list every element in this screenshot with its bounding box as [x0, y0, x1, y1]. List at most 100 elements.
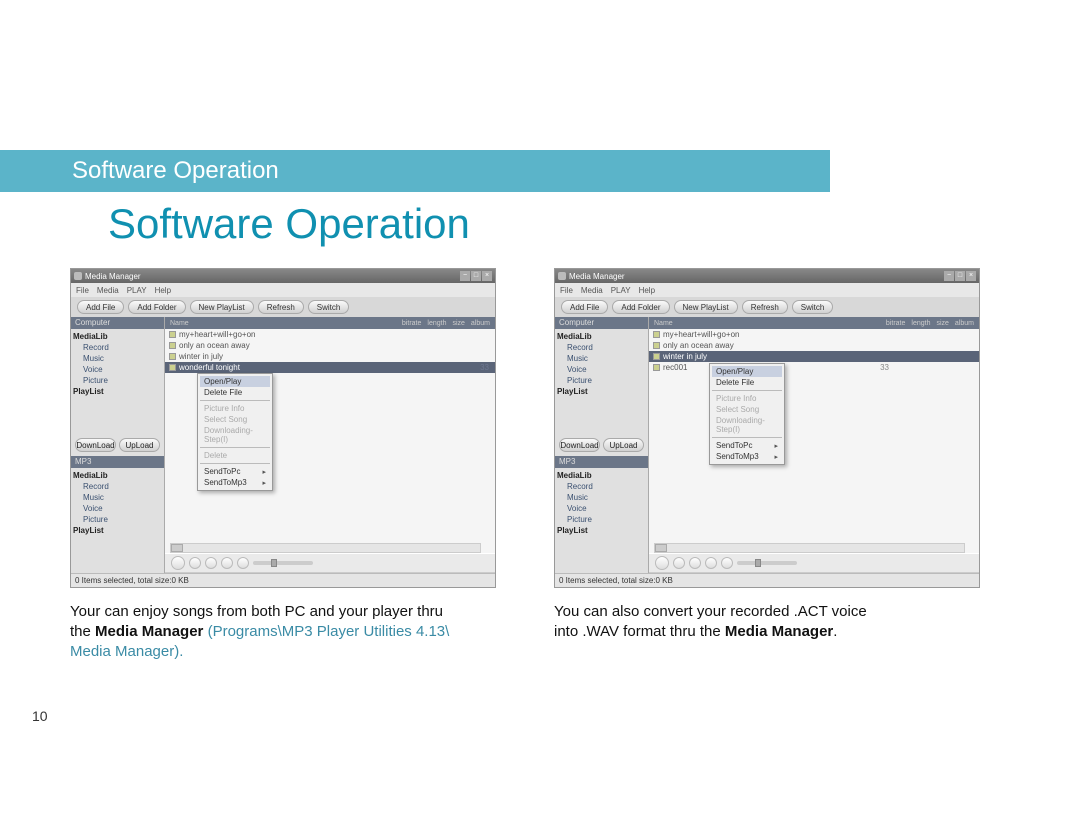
file-icon — [653, 364, 660, 371]
slider-thumb[interactable] — [755, 559, 761, 567]
tree-playlist[interactable]: PlayList — [557, 386, 646, 397]
slider-thumb[interactable] — [271, 559, 277, 567]
tree-voice[interactable]: Voice — [557, 364, 646, 375]
cm-open-play[interactable]: Open/Play — [712, 366, 782, 377]
upload-button[interactable]: UpLoad — [119, 438, 160, 452]
stop-button[interactable] — [673, 557, 685, 569]
upload-button[interactable]: UpLoad — [603, 438, 644, 452]
tree-music[interactable]: Music — [73, 353, 162, 364]
menu-help[interactable]: Help — [639, 286, 655, 295]
list-item[interactable]: winter in july — [165, 351, 495, 362]
context-menu: Open/Play Delete File Picture Info Selec… — [709, 363, 785, 465]
cm-delete-file[interactable]: Delete File — [712, 377, 782, 388]
refresh-button[interactable]: Refresh — [258, 300, 304, 314]
tree-record[interactable]: Record — [557, 342, 646, 353]
list-item[interactable]: my+heart+will+go+on — [649, 329, 979, 340]
menu-help[interactable]: Help — [155, 286, 171, 295]
prev-button[interactable] — [689, 557, 701, 569]
window-title: Media Manager — [85, 272, 141, 281]
add-folder-button[interactable]: Add Folder — [612, 300, 669, 314]
switch-button[interactable]: Switch — [308, 300, 350, 314]
close-button[interactable]: × — [966, 271, 976, 281]
player-controls — [165, 553, 495, 573]
tree-picture-mp3[interactable]: Picture — [557, 514, 646, 525]
tree-record[interactable]: Record — [73, 342, 162, 353]
tree-root-mp3[interactable]: MediaLib — [73, 470, 162, 481]
menu-media[interactable]: Media — [97, 286, 119, 295]
minimize-button[interactable]: − — [944, 271, 954, 281]
tree-root[interactable]: MediaLib — [73, 331, 162, 342]
menu-media[interactable]: Media — [581, 286, 603, 295]
download-button[interactable]: DownLoad — [75, 438, 116, 452]
cm-send-to-mp3[interactable]: SendToMp3▸ — [200, 477, 270, 488]
tree-record-mp3[interactable]: Record — [557, 481, 646, 492]
caption-text: . — [179, 643, 183, 660]
cm-open-play[interactable]: Open/Play — [200, 376, 270, 387]
scrollbar[interactable] — [654, 543, 965, 553]
menu-play[interactable]: PLAY — [127, 286, 147, 295]
tree-music-mp3[interactable]: Music — [73, 492, 162, 503]
tree-playlist-mp3[interactable]: PlayList — [73, 525, 162, 536]
cm-send-to-mp3[interactable]: SendToMp3▸ — [712, 451, 782, 462]
tree-playlist[interactable]: PlayList — [73, 386, 162, 397]
cm-send-to-pc[interactable]: SendToPc▸ — [200, 466, 270, 477]
refresh-button[interactable]: Refresh — [742, 300, 788, 314]
tree-playlist-mp3[interactable]: PlayList — [557, 525, 646, 536]
minimize-button[interactable]: − — [460, 271, 470, 281]
scrollbar[interactable] — [170, 543, 481, 553]
stop-button[interactable] — [189, 557, 201, 569]
list-item-selected[interactable]: wonderful tonight 33 — [165, 362, 495, 373]
play-button[interactable] — [171, 556, 185, 570]
close-button[interactable]: × — [482, 271, 492, 281]
sidebar-header-mp3: MP3 — [71, 456, 164, 468]
scroll-thumb[interactable] — [171, 544, 183, 552]
tree-picture-mp3[interactable]: Picture — [73, 514, 162, 525]
statusbar: 0 Items selected, total size:0 KB — [555, 573, 979, 587]
add-file-button[interactable]: Add File — [77, 300, 124, 314]
cm-send-to-pc[interactable]: SendToPc▸ — [712, 440, 782, 451]
vol-button[interactable] — [721, 557, 733, 569]
switch-button[interactable]: Switch — [792, 300, 834, 314]
list-item[interactable]: only an ocean away — [165, 340, 495, 351]
tree-record-mp3[interactable]: Record — [73, 481, 162, 492]
play-button[interactable] — [655, 556, 669, 570]
maximize-button[interactable]: □ — [471, 271, 481, 281]
tree-voice-mp3[interactable]: Voice — [73, 503, 162, 514]
list-item[interactable]: my+heart+will+go+on — [165, 329, 495, 340]
tree-picture[interactable]: Picture — [73, 375, 162, 386]
list-item[interactable]: only an ocean away — [649, 340, 979, 351]
list-header: Name bitrate length size album — [649, 317, 979, 329]
volume-slider[interactable] — [737, 561, 797, 565]
content-area: Media Manager − □ × File Media PLAY Help… — [70, 268, 980, 662]
tree-voice[interactable]: Voice — [73, 364, 162, 375]
menu-file[interactable]: File — [560, 286, 573, 295]
prev-button[interactable] — [205, 557, 217, 569]
scroll-thumb[interactable] — [655, 544, 667, 552]
file-name: winter in july — [663, 351, 707, 362]
next-button[interactable] — [705, 557, 717, 569]
caption-text: You can also convert your recorded .ACT … — [554, 603, 867, 620]
tree-voice-mp3[interactable]: Voice — [557, 503, 646, 514]
next-button[interactable] — [221, 557, 233, 569]
volume-slider[interactable] — [253, 561, 313, 565]
menu-play[interactable]: PLAY — [611, 286, 631, 295]
col-bitrate: bitrate — [402, 320, 421, 327]
tree-root-mp3[interactable]: MediaLib — [557, 470, 646, 481]
maximize-button[interactable]: □ — [955, 271, 965, 281]
list-item-selected[interactable]: winter in july — [649, 351, 979, 362]
new-playlist-button[interactable]: New PlayList — [190, 300, 254, 314]
vol-button[interactable] — [237, 557, 249, 569]
tree-music[interactable]: Music — [557, 353, 646, 364]
new-playlist-button[interactable]: New PlayList — [674, 300, 738, 314]
list-item[interactable]: rec001 33 — [649, 362, 979, 373]
tree-music-mp3[interactable]: Music — [557, 492, 646, 503]
menu-file[interactable]: File — [76, 286, 89, 295]
cm-delete-file[interactable]: Delete File — [200, 387, 270, 398]
download-button[interactable]: DownLoad — [559, 438, 600, 452]
tree-picture[interactable]: Picture — [557, 375, 646, 386]
add-folder-button[interactable]: Add Folder — [128, 300, 185, 314]
file-name: rec001 — [663, 362, 687, 373]
separator — [200, 400, 270, 401]
add-file-button[interactable]: Add File — [561, 300, 608, 314]
tree-root[interactable]: MediaLib — [557, 331, 646, 342]
